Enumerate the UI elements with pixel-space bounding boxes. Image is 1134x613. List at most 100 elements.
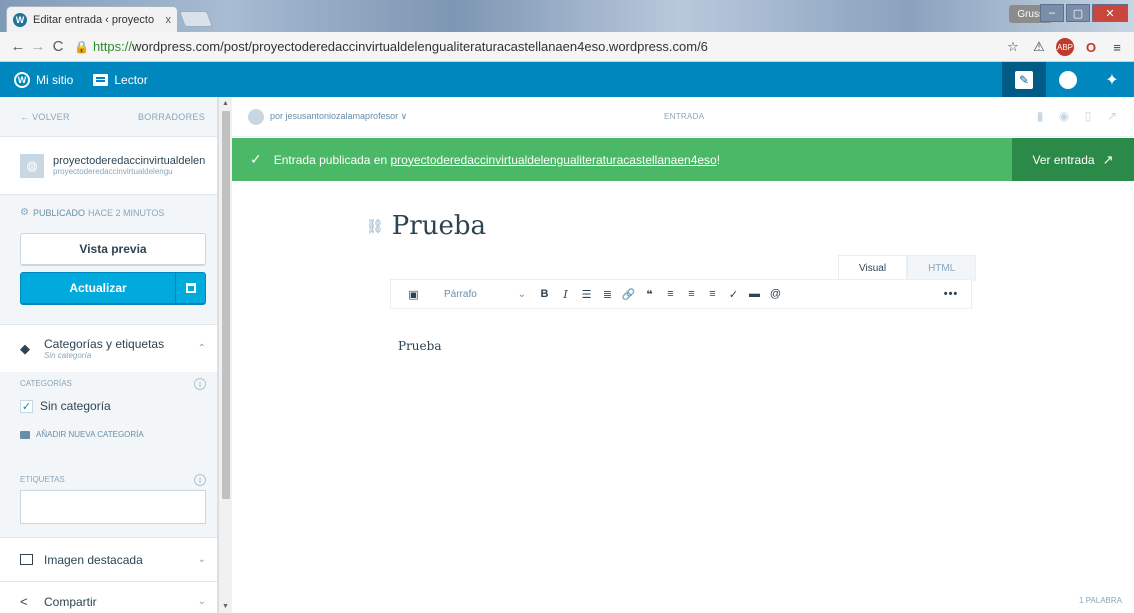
tag-icon: ◆ [20,340,30,356]
tab-title: Editar entrada ‹ proyecto [33,13,155,26]
schedule-calendar-icon[interactable] [175,273,205,303]
share-icon: < [20,594,28,609]
numbered-list-icon[interactable]: ≣ [597,280,618,308]
browser-tab-strip: W Editar entrada ‹ proyecto x Gruss – ▢ … [0,0,1134,32]
update-button[interactable]: Actualizar [20,272,206,305]
title-row: ⛓ Prueba [366,211,486,241]
spellcheck-icon[interactable]: ✓ [723,280,744,308]
checkbox-checked-icon[interactable]: ✓ [20,399,33,413]
wordpress-masterbar: W Mi sitio Lector ✎ ✦ [0,62,1134,97]
notice-site-link[interactable]: proyectoderedaccinvirtualdelengualiterat… [391,153,717,167]
extension-alert-icon[interactable]: ⚠ [1030,38,1048,56]
url-path: wordpress.com/post/proyectoderedaccinvir… [131,39,708,54]
scroll-up-icon[interactable]: ▲ [222,100,229,107]
tab-visual[interactable]: Visual [838,255,908,281]
tags-input[interactable] [20,490,206,524]
scrollbar-thumb[interactable] [222,111,230,499]
update-label: Actualizar [69,281,127,295]
author-avatar [248,108,264,125]
back-link[interactable]: ← VOLVER [20,112,70,122]
link-icon[interactable]: 🔗 [618,280,639,308]
post-type-label: ENTRADA [664,112,705,121]
post-actions: ▮ ◉ ▯ ↗ [1034,109,1118,123]
add-category-link[interactable]: AÑADIR NUEVA CATEGORÍA [20,430,144,439]
categories-label: CATEGORÍAS [20,379,72,388]
align-left-icon[interactable]: ≡ [660,280,681,308]
status-time: HACE 2 MINUTOS [87,207,165,218]
view-entry-button[interactable]: Ver entrada ↗ [1012,138,1134,181]
categories-tags-title: Categorías y etiquetas [44,337,165,351]
scroll-down-icon[interactable]: ▼ [222,603,229,610]
drafts-link[interactable]: BORRADORES [138,112,205,122]
menu-icon[interactable]: ≡ [1108,38,1126,56]
editor-toolbar: ▣ Párrafo ⌄ B I ☰ ≣ 🔗 ❝ ≡ ≡ ≡ ✓ ▬ @ ••• [390,279,972,309]
category-option-label: Sin categoría [40,399,111,413]
bookmark-icon[interactable]: ▮ [1034,109,1046,123]
profile-avatar-button[interactable] [1046,62,1090,97]
add-category-label: AÑADIR NUEVA CATEGORÍA [36,430,144,439]
format-select[interactable]: Párrafo ⌄ [424,280,534,308]
post-title[interactable]: Prueba [392,211,486,241]
more-options-icon[interactable]: ••• [931,280,971,308]
trash-icon[interactable]: ▯ [1082,109,1094,123]
external-link-icon: ↗ [1102,151,1114,167]
categories-tags-section[interactable]: ◆ Categorías y etiquetas Sin categoría ⌃ [0,324,217,372]
window-controls: – ▢ ✕ [1040,4,1128,22]
write-button[interactable]: ✎ [1002,62,1046,97]
editor-sidebar: ← VOLVER BORRADORES ◍ proyectoderedaccin… [0,97,218,613]
extension-o-icon[interactable]: O [1082,38,1100,56]
url-field[interactable]: 🔒 https:// wordpress.com/post/proyectode… [74,39,708,54]
categories-tags-subtitle: Sin categoría [44,351,92,360]
align-right-icon[interactable]: ≡ [702,280,723,308]
post-content[interactable]: Prueba [398,339,441,353]
success-notice: ✓ Entrada publicada en proyectoderedacci… [232,138,1134,181]
maximize-icon[interactable]: ▢ [1066,4,1090,22]
back-arrow-icon[interactable]: ← [8,38,28,55]
permalink-icon[interactable]: ⛓ [366,218,384,235]
reader-link[interactable]: Lector [93,73,148,87]
featured-image-section[interactable]: Imagen destacada ⌄ [0,537,217,581]
sidebar-scrollbar[interactable]: ▲ ▼ [218,97,232,613]
reader-icon [93,73,109,86]
editor-main: por jesusantoniozalamaprofesor ∨ ENTRADA… [232,97,1134,613]
align-center-icon[interactable]: ≡ [681,280,702,308]
bookmark-star-icon[interactable]: ☆ [1004,38,1022,56]
word-count: 1 PALABRA [1079,596,1122,605]
close-window-icon[interactable]: ✕ [1092,4,1128,22]
add-media-icon[interactable]: ▣ [403,280,424,308]
share-section[interactable]: < Compartir ⌄ [0,581,217,613]
reload-icon[interactable]: C [48,38,68,55]
my-site-link[interactable]: W Mi sitio [14,71,73,88]
browser-tab[interactable]: W Editar entrada ‹ proyecto x [6,6,178,32]
minimize-icon[interactable]: – [1040,4,1064,22]
eye-icon[interactable]: ◉ [1058,109,1070,123]
bold-icon[interactable]: B [534,280,555,308]
site-globe-icon: ◍ [20,153,44,178]
checkmark-icon: ✓ [250,151,262,167]
read-more-icon[interactable]: ▬ [744,280,765,308]
tab-html[interactable]: HTML [907,255,977,281]
author-selector[interactable]: por jesusantoniozalamaprofesor ∨ [270,111,407,122]
notification-bell-icon: ✦ [1105,71,1119,89]
notifications-button[interactable]: ✦ [1090,62,1134,97]
chevron-up-icon: ⌃ [197,343,206,354]
categories-info-icon[interactable]: i [194,378,206,390]
pencil-icon: ✎ [1015,70,1033,89]
preview-button[interactable]: Vista previa [20,233,206,266]
contact-form-icon[interactable]: @ [765,280,786,308]
italic-icon[interactable]: I [555,280,576,308]
tab-close-icon[interactable]: x [166,14,172,26]
new-tab-button[interactable] [179,11,213,27]
bullet-list-icon[interactable]: ☰ [576,280,597,308]
adblock-icon[interactable]: ABP [1056,38,1074,56]
share-title: Compartir [44,594,97,609]
external-link-icon[interactable]: ↗ [1106,109,1118,123]
forward-arrow-icon[interactable]: → [28,38,48,55]
tags-info-icon[interactable]: i [194,474,206,486]
blockquote-icon[interactable]: ❝ [639,280,660,308]
editor-mode-tabs: Visual HTML [838,255,977,281]
chevron-down-icon: ⌄ [517,288,526,300]
category-option[interactable]: ✓ Sin categoría [20,399,111,413]
site-card[interactable]: ◍ proyectoderedaccinvirtualdelen proyect… [0,137,217,195]
site-name: proyectoderedaccinvirtualdelen [53,155,205,167]
